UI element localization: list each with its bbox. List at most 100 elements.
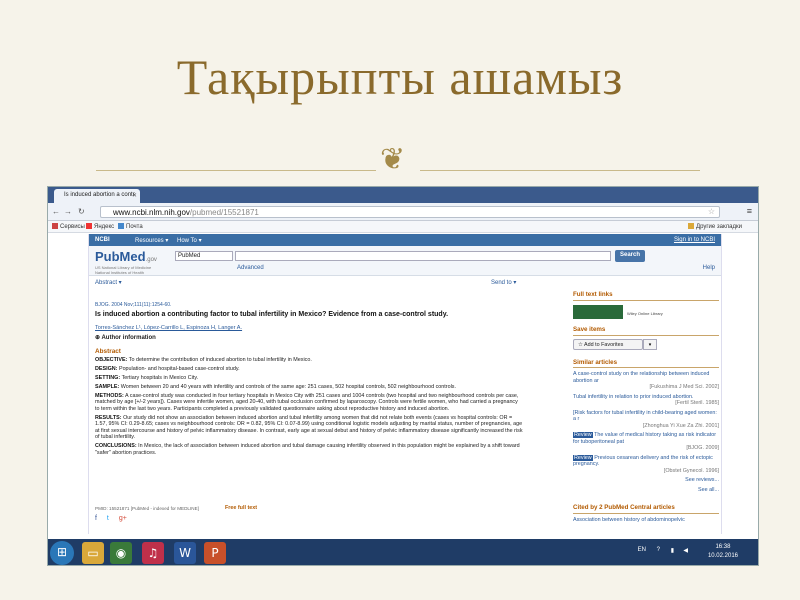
search-button[interactable]: Search <box>615 250 645 262</box>
similar-article-source: [BJOG. 2009] <box>686 445 719 451</box>
google-plus-icon[interactable]: g+ <box>119 515 127 522</box>
help-icon[interactable]: ? <box>657 547 660 553</box>
results: RESULTS: Our study did not show an assoc… <box>95 414 523 441</box>
similar-article-title: Tubal infertility in relation to prior i… <box>573 393 694 400</box>
see-reviews-link[interactable]: See reviews... <box>573 477 719 484</box>
signin-link[interactable]: Sign in to NCBI <box>674 237 715 243</box>
folder-icon <box>688 223 694 229</box>
similar-list: A case-control study on the relationship… <box>573 371 719 474</box>
save-items-heading: Save items <box>573 326 719 336</box>
wiley-logo <box>573 304 623 319</box>
similar-article-title: [Risk factors for tubal infertility in c… <box>573 409 717 423</box>
database-select[interactable]: PubMed <box>175 251 233 261</box>
chevron-down-icon[interactable]: ▾ <box>643 338 657 350</box>
similar-article-item[interactable]: Review Previous cesarean delivery and th… <box>573 454 719 475</box>
review-badge: Review <box>573 454 593 461</box>
clock[interactable]: 16:38 10.02.2016 <box>708 543 738 561</box>
forward-icon[interactable]: → <box>64 207 72 216</box>
similar-article-title: A case-control study on the relationship… <box>573 371 710 384</box>
similar-article-item[interactable]: [Risk factors for tubal infertility in c… <box>573 410 719 430</box>
word-icon[interactable]: W <box>174 542 196 564</box>
article-title: Is induced abortion a contributing facto… <box>95 311 449 318</box>
address-bar[interactable]: www.ncbi.nlm.nih.gov/pubmed/15521871 ☆ <box>100 206 720 218</box>
close-icon[interactable]: ✕ <box>132 192 137 199</box>
similar-article-title: The value of medical history taking as r… <box>573 432 717 445</box>
slide-rule-right <box>420 170 700 171</box>
browser-toolbar: ← → ↻ www.ncbi.nlm.nih.gov/pubmed/155218… <box>48 203 758 221</box>
tab-title: Is induced abortion a contr <box>64 192 135 198</box>
see-all-link[interactable]: See all... <box>573 487 719 494</box>
format-select[interactable]: Abstract ▾ <box>95 280 122 287</box>
similar-article-item[interactable]: A case-control study on the relationship… <box>573 371 719 391</box>
volume-icon[interactable]: ◀ <box>683 547 688 554</box>
abstract-block: Abstract OBJECTIVE: To determine the con… <box>95 348 523 459</box>
citation-link[interactable]: BJOG. 2004 Nov;111(11):1254-60. <box>95 302 171 309</box>
wiley-label: Wiley Online Library <box>627 310 663 316</box>
author-list[interactable]: Torres-Sánchez L¹, López-Carrillo L, Esp… <box>95 325 242 332</box>
pubmed-page: NCBI Resources ▾ How To ▾ Sign in to NCB… <box>88 234 722 534</box>
language-indicator[interactable]: EN <box>638 547 646 553</box>
ncbi-bar: NCBI Resources ▾ How To ▾ Sign in to NCB… <box>89 234 721 246</box>
chrome-icon[interactable]: ◉ <box>110 542 132 564</box>
cited-first-item[interactable]: Association between history of abdominop… <box>573 517 719 524</box>
apps-icon <box>52 223 58 229</box>
pubmed-subtitle: US National Library of Medicine National … <box>95 265 152 275</box>
similar-article-source: [Zhonghua Yi Xue Za Zhi. 2001] <box>642 422 719 429</box>
menu-icon[interactable]: ≡ <box>747 206 752 216</box>
setting: SETTING: Tertiary hospitals in Mexico Ci… <box>95 374 199 381</box>
similar-article-item[interactable]: Tubal infertility in relation to prior i… <box>573 394 719 407</box>
url-host: www.ncbi.nlm.nih.gov <box>113 208 190 217</box>
bookmark-other[interactable]: Другие закладки <box>688 223 742 230</box>
search-input[interactable] <box>235 251 611 261</box>
cited-by-heading: Cited by 2 PubMed Central articles <box>573 504 719 514</box>
twitter-icon[interactable]: t <box>107 515 109 522</box>
powerpoint-icon[interactable]: P <box>204 542 226 564</box>
howto-menu[interactable]: How To ▾ <box>177 237 202 244</box>
similar-article-source: [Fertil Steril. 1985] <box>675 400 719 406</box>
back-icon[interactable]: ← <box>52 207 60 216</box>
yandex-icon <box>86 223 92 229</box>
free-full-text-link[interactable]: Free full text <box>225 505 257 512</box>
ncbi-logo[interactable]: NCBI <box>95 237 110 243</box>
pmid-line: PMID: 15521871 [PubMed - indexed for MED… <box>95 506 199 511</box>
bookmark-mail[interactable]: Почта <box>118 223 143 230</box>
slide-ornament-icon: ❦ <box>380 142 406 177</box>
similar-article-source: [Obstet Gynecol. 1996] <box>663 467 719 474</box>
wiley-link[interactable]: Wiley Online Library <box>573 301 719 322</box>
author-information-toggle[interactable]: ⊕ Author information <box>95 335 156 342</box>
pubmed-logo[interactable]: PubMed.gov <box>95 249 157 264</box>
review-badge: Review <box>573 432 593 438</box>
browser-tab[interactable]: Is induced abortion a contr ✕ <box>54 189 140 203</box>
reload-icon[interactable]: ↻ <box>78 207 85 216</box>
similar-article-item[interactable]: Review The value of medical history taki… <box>573 432 719 452</box>
resources-menu[interactable]: Resources ▾ <box>135 237 168 244</box>
pubmed-header: PubMed.gov US National Library of Medici… <box>89 246 721 276</box>
network-icon[interactable]: ▮ <box>671 547 674 554</box>
bookmark-yandex[interactable]: Яндекс <box>86 223 114 230</box>
url-path: /pubmed/15521871 <box>189 208 259 217</box>
objective: OBJECTIVE: To determine the contribution… <box>95 356 312 363</box>
explorer-icon[interactable]: ▭ <box>82 542 104 564</box>
similar-article-title: Previous cesarean delivery and the risk … <box>573 454 713 468</box>
sample: SAMPLE: Women between 20 and 40 years wi… <box>95 383 456 390</box>
star-icon[interactable]: ☆ <box>708 207 715 216</box>
bookmark-services[interactable]: Сервисы <box>52 223 85 230</box>
facebook-icon[interactable]: f <box>95 515 97 522</box>
itunes-icon[interactable]: ♫ <box>142 542 164 564</box>
advanced-link[interactable]: Advanced <box>237 265 264 271</box>
send-to-menu[interactable]: Send to ▾ <box>491 280 531 287</box>
browser-screenshot: Is induced abortion a contr ✕ ← → ↻ www.… <box>47 186 759 566</box>
methods: METHODS: A case-control study was conduc… <box>95 392 519 412</box>
windows-taskbar: ⊞ ▭ ◉ ♫ W P EN ? ▮ ◀ 16:38 10.02.2016 <box>48 539 758 565</box>
help-link[interactable]: Help <box>703 265 715 271</box>
mail-icon <box>118 223 124 229</box>
add-to-favorites-button[interactable]: ☆ Add to Favorites <box>573 338 643 350</box>
social-share: f t g+ <box>95 515 127 523</box>
conclusions: CONCLUSIONS: In Mexico, the lack of asso… <box>95 443 520 456</box>
slide-title: Тақырыпты ашамыз <box>176 49 624 105</box>
tab-bar: Is induced abortion a contr ✕ <box>48 187 758 203</box>
similar-article-source: [Fukushima J Med Sci. 2002] <box>649 384 719 390</box>
abstract-heading: Abstract <box>95 348 121 355</box>
slide-rule-left <box>96 170 376 171</box>
start-button[interactable]: ⊞ <box>50 541 74 565</box>
